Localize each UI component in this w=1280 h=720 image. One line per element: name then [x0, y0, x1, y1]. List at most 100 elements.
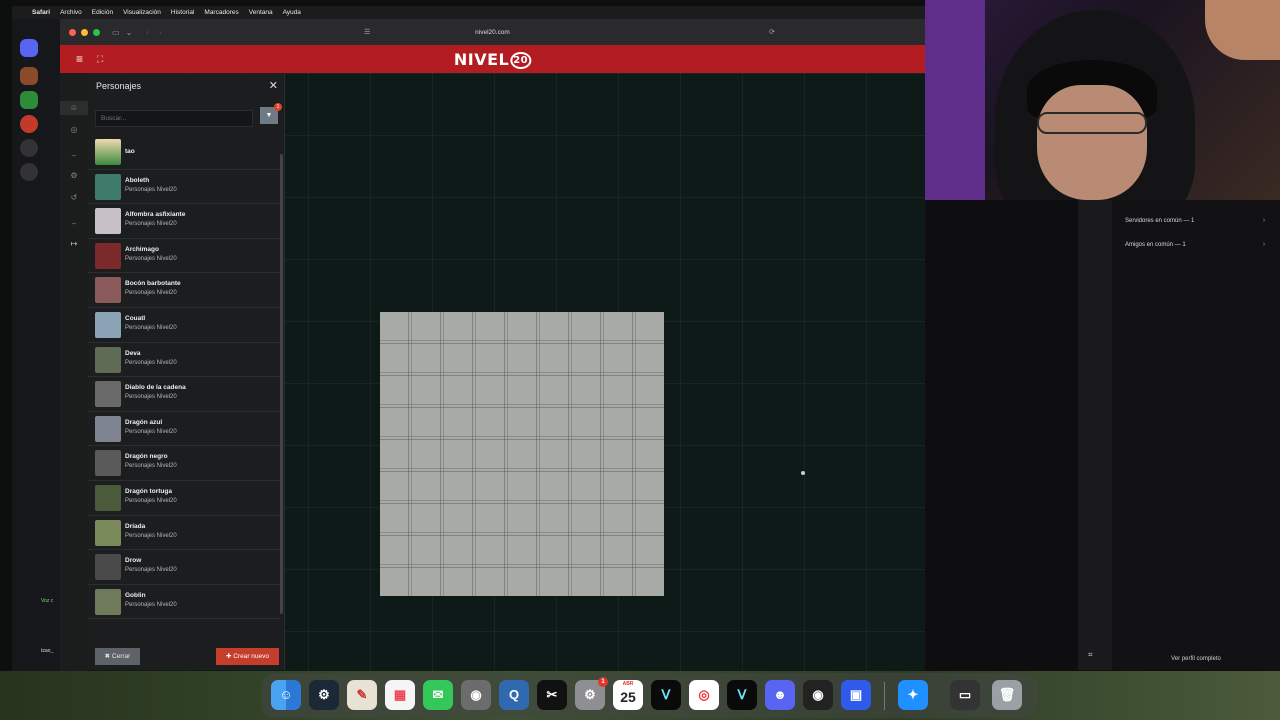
chevron-right-icon: › [1263, 218, 1265, 224]
view-full-profile-link[interactable]: Ver perfil completo [1112, 656, 1280, 662]
maximize-window-icon[interactable] [93, 28, 100, 36]
friends-in-common-row[interactable]: Amigos en común — 1 › [1125, 242, 1265, 248]
menu-edicion[interactable]: Edición [92, 9, 113, 16]
person-glasses [1037, 112, 1147, 134]
settings-tool-icon[interactable]: ⚙ [60, 169, 88, 183]
chrome-icon[interactable]: ◎ [689, 680, 719, 710]
messages-icon[interactable]: ✉ [423, 680, 453, 710]
scrivener-icon[interactable]: ✎ [347, 680, 377, 710]
quicktime-icon[interactable]: Q [499, 680, 529, 710]
address-bar[interactable]: nivel20.com [475, 29, 510, 36]
add-server-icon[interactable] [20, 139, 38, 157]
macos-menubar: Safari Archivo Edición Visualización His… [12, 6, 925, 19]
sidebar-toggle-icon[interactable]: ▭ [112, 28, 120, 37]
list-item[interactable]: Dragón tortuga Personajes Nivel20 [88, 481, 280, 516]
hamburger-menu-icon[interactable]: ≡ [76, 52, 83, 66]
discord-icon[interactable]: ☻ [765, 680, 795, 710]
character-source: Personajes Nivel20 [125, 324, 177, 331]
list-item[interactable]: Deva Personajes Nivel20 [88, 343, 280, 378]
panel-scrollbar[interactable] [280, 154, 283, 614]
vnm-icon[interactable]: ᐯ [651, 680, 681, 710]
screenshot-icon[interactable]: ◉ [461, 680, 491, 710]
close-window-icon[interactable] [69, 28, 76, 36]
reload-icon[interactable]: ⟳ [769, 28, 775, 36]
menubar-app-name[interactable]: Safari [32, 9, 50, 16]
page-settings-icon[interactable]: ☰ [364, 28, 370, 36]
map-tile[interactable] [380, 312, 664, 596]
friends-in-common-label: Amigos en común — 1 [1125, 242, 1186, 248]
list-item[interactable]: Drow Personajes Nivel20 [88, 550, 280, 585]
create-new-button[interactable]: ✚ Crear nuevo [216, 648, 279, 665]
rail-divider: – [71, 219, 77, 228]
steam-icon[interactable]: ⚙ [309, 680, 339, 710]
avatar [95, 173, 121, 200]
dock-separator [884, 682, 885, 710]
back-icon[interactable]: ‹ [146, 28, 149, 37]
trash-icon[interactable]: 🗑 [992, 680, 1022, 710]
capcut-icon[interactable]: ✂ [537, 680, 567, 710]
discord-home-icon[interactable] [20, 39, 38, 57]
safari-icon[interactable]: ✦ [898, 680, 928, 710]
scenes-tool-icon[interactable]: ◎ [60, 123, 88, 137]
explore-icon[interactable] [20, 163, 38, 181]
filter-badge: 1 [274, 103, 282, 111]
list-item[interactable]: Aboleth Personajes Nivel20 [88, 170, 280, 205]
close-button[interactable]: ✖ Cerrar [95, 648, 140, 665]
search-input[interactable] [95, 110, 253, 127]
list-item[interactable]: Dragón azul Personajes Nivel20 [88, 412, 280, 447]
character-source: Personajes Nivel20 [125, 497, 177, 504]
character-source: Personajes Nivel20 [125, 428, 177, 435]
avatar [95, 139, 121, 165]
menu-marcadores[interactable]: Marcadores [204, 9, 238, 16]
avatar [95, 450, 121, 477]
fullscreen-icon[interactable]: ⛶ [97, 54, 103, 65]
grid-icon[interactable]: ⌗ [1088, 650, 1093, 660]
macos-dock: ☺ ⚙ ✎ ▦ ✉ ◉ Q ✂ ⚙ 1 ABR 25 ᐯ ◎ ᐯ ☻ ◉ ▣ ✦ ▭… [262, 673, 1038, 718]
window-thumbnail-icon[interactable]: ▭ [950, 680, 980, 710]
browser-toolbar: ▭ ⌄ ‹ › ☰ nivel20.com ⟳ [60, 19, 925, 45]
character-source: Personajes Nivel20 [125, 359, 177, 366]
minimize-window-icon[interactable] [81, 28, 88, 36]
nivel20-header: ≡ ⛶ NIVEL 20 [60, 45, 925, 73]
menu-ayuda[interactable]: Ayuda [283, 9, 301, 16]
finder-icon[interactable]: ☺ [271, 680, 301, 710]
list-item[interactable]: Dríada Personajes Nivel20 [88, 516, 280, 551]
roblox-icon[interactable]: ▣ [841, 680, 871, 710]
server-icon[interactable] [20, 91, 38, 109]
calendar-icon[interactable]: ABR 25 [613, 680, 643, 710]
launchpad-icon[interactable]: ▦ [385, 680, 415, 710]
character-name: Drow [125, 557, 142, 565]
character-name: Aboleth [125, 176, 150, 184]
menu-ventana[interactable]: Ventana [249, 9, 273, 16]
list-item[interactable]: Alfombra asfixiante Personajes Nivel20 [88, 204, 280, 239]
list-item[interactable]: Bocón barbotante Personajes Nivel20 [88, 273, 280, 308]
character-source: Personajes Nivel20 [125, 186, 177, 193]
avatar [95, 381, 121, 408]
server-icon[interactable] [20, 67, 38, 85]
exit-tool-icon[interactable]: ↦ [60, 237, 88, 251]
close-icon[interactable]: ✕ [269, 79, 278, 92]
list-item[interactable]: Diablo de la cadena Personajes Nivel20 [88, 377, 280, 412]
list-item[interactable]: tao [88, 135, 280, 170]
history-tool-icon[interactable]: ↺ [60, 191, 88, 205]
list-item[interactable]: Archimago Personajes Nivel20 [88, 239, 280, 274]
map-pointer [801, 471, 805, 475]
system-settings-icon[interactable]: ⚙ 1 [575, 677, 608, 710]
menu-archivo[interactable]: Archivo [60, 9, 82, 16]
characters-tool-icon[interactable]: ☺ [60, 101, 88, 115]
vnm-icon[interactable]: ᐯ [727, 680, 757, 710]
servers-in-common-row[interactable]: Servidores en común — 1 › [1125, 218, 1265, 224]
search-row: ▼ 1 [95, 103, 282, 127]
server-icon[interactable] [20, 115, 38, 133]
list-item[interactable]: Couatl Personajes Nivel20 [88, 308, 280, 343]
menu-historial[interactable]: Historial [171, 9, 194, 16]
obs-icon[interactable]: ◉ [803, 680, 833, 710]
forward-icon[interactable]: › [159, 28, 162, 37]
list-item[interactable]: Dragón negro Personajes Nivel20 [88, 446, 280, 481]
avatar [95, 311, 121, 338]
list-item[interactable]: Goblin Personajes Nivel20 [88, 585, 280, 620]
nivel20-logo[interactable]: NIVEL 20 [454, 50, 532, 69]
menu-visualizacion[interactable]: Visualización [123, 9, 161, 16]
chevron-down-icon[interactable]: ⌄ [126, 28, 133, 37]
character-name: Goblin [125, 591, 146, 599]
